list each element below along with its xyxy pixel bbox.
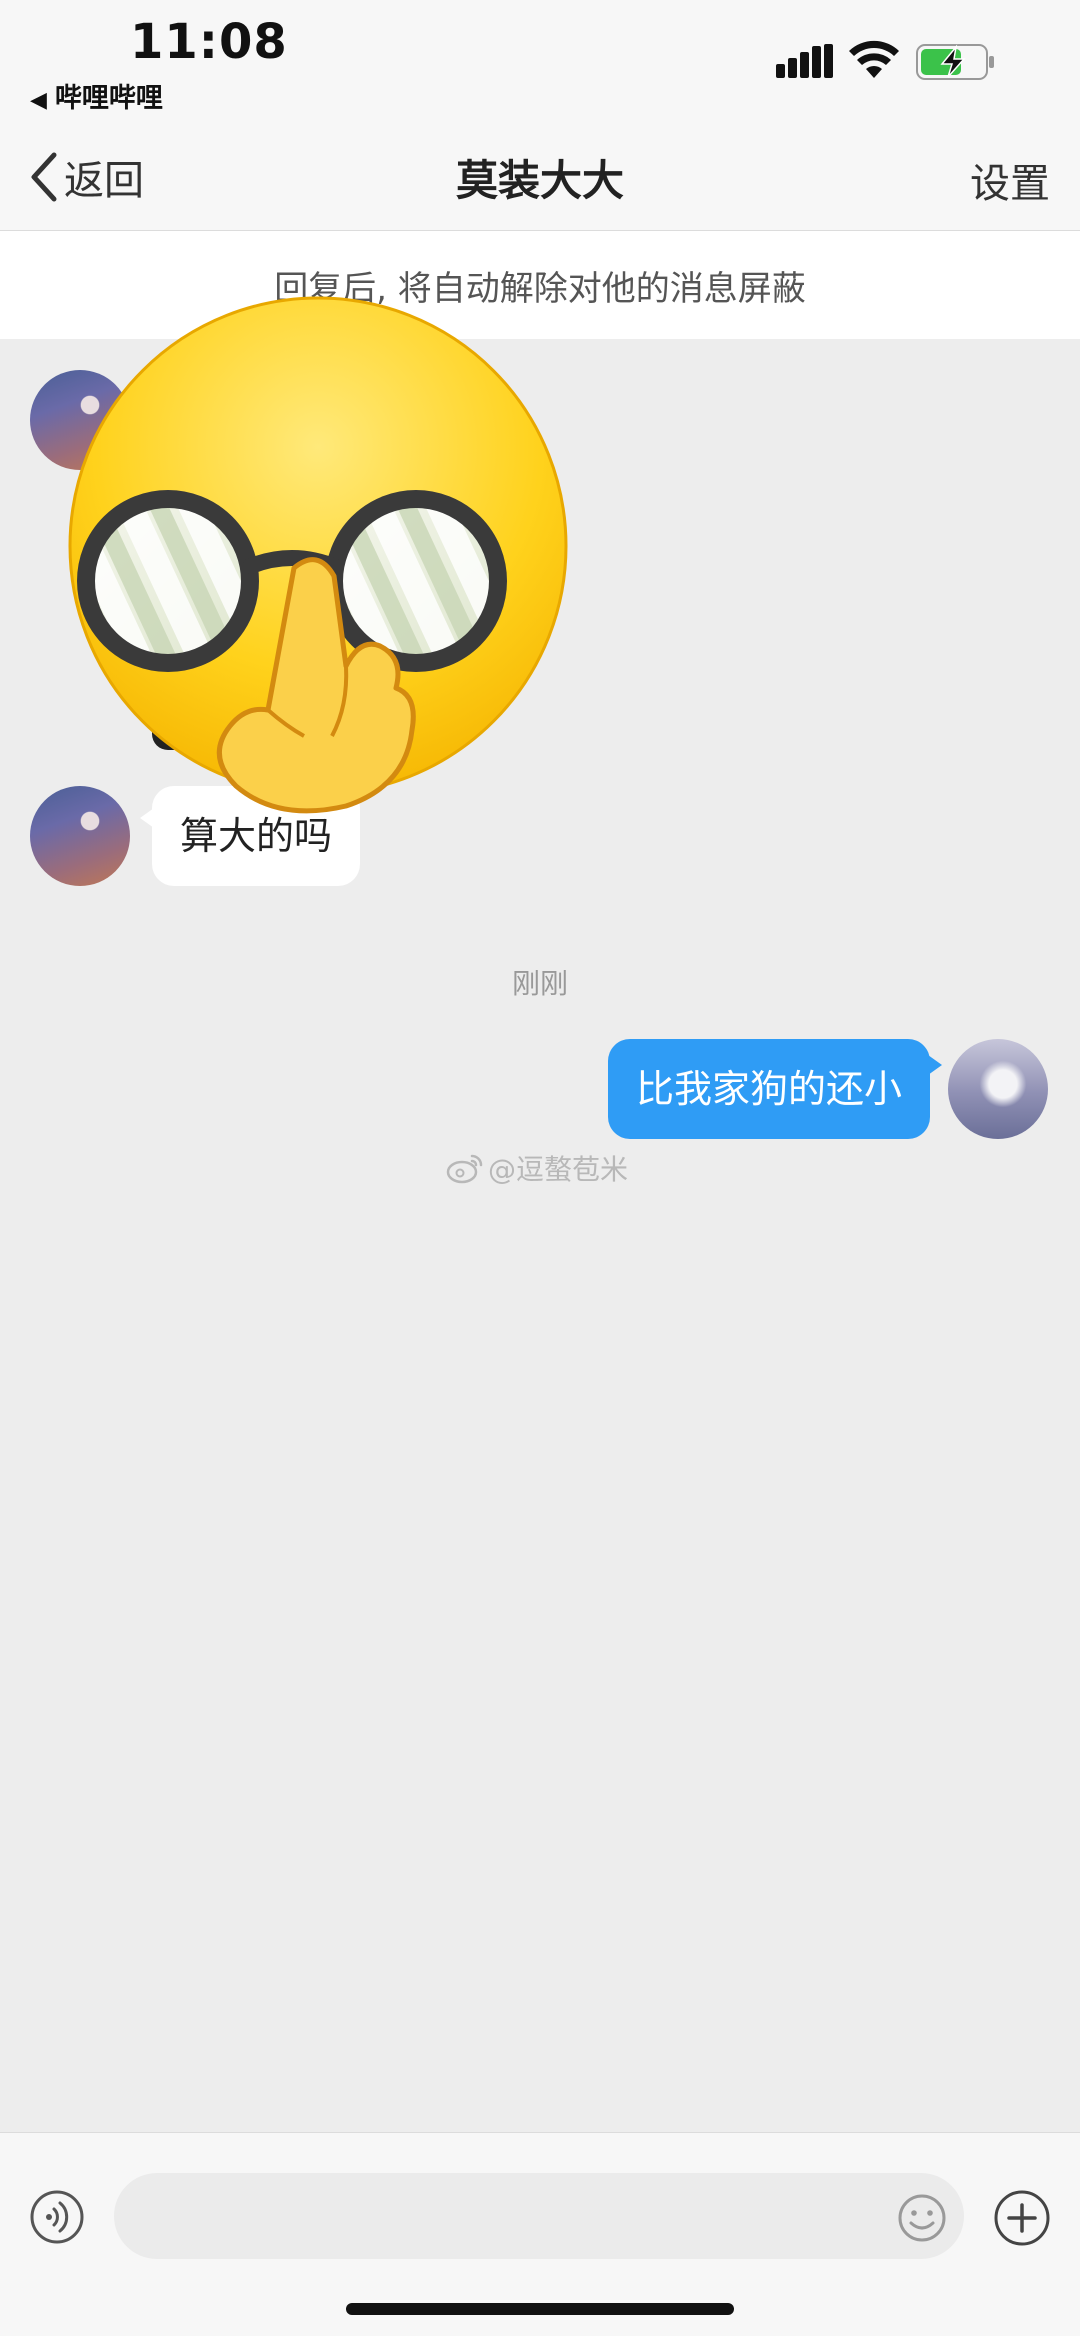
back-app-label: 哔哩哔哩	[54, 83, 163, 114]
time-divider: 刚刚	[511, 967, 568, 1000]
message-input[interactable]	[114, 2173, 964, 2259]
battery-charging-icon	[916, 44, 994, 80]
plus-icon[interactable]	[993, 2189, 1051, 2247]
input-bar	[0, 2132, 1080, 2336]
watermark-text: @逗螯苞米	[488, 1153, 629, 1186]
signal-icon	[776, 44, 833, 78]
watermark: @逗螯苞米	[446, 1148, 628, 1188]
home-indicator[interactable]	[346, 2303, 734, 2315]
voice-icon[interactable]	[29, 2189, 85, 2245]
status-bar: 11:08 ◀ 哔哩哔哩	[0, 0, 1080, 125]
message-text: 算大的吗	[180, 814, 333, 858]
back-to-app-link[interactable]: ◀ 哔哩哔哩	[30, 76, 163, 115]
page-title: 莫装大大	[455, 156, 624, 205]
avatar[interactable]	[948, 1039, 1048, 1139]
glasses-middle-finger-emoji-icon	[68, 296, 568, 814]
back-triangle-icon: ◀	[30, 88, 47, 113]
wifi-icon	[849, 40, 899, 78]
nav-bar: 返回 莫装大大 设置	[0, 125, 1080, 231]
message-bubble-outgoing[interactable]: 比我家狗的还小	[607, 1039, 943, 1139]
settings-button[interactable]: 设置	[970, 151, 1050, 209]
weibo-icon	[446, 1154, 483, 1184]
emoji-icon[interactable]	[897, 2193, 947, 2243]
status-time: 11:08	[130, 14, 288, 70]
message-text: 比我家狗的还小	[635, 1067, 902, 1111]
chat-screen: 11:08 ◀ 哔哩哔哩 返回 莫装大大 设置 回复后, 将自动解除对他的消息屏…	[0, 0, 1080, 2336]
